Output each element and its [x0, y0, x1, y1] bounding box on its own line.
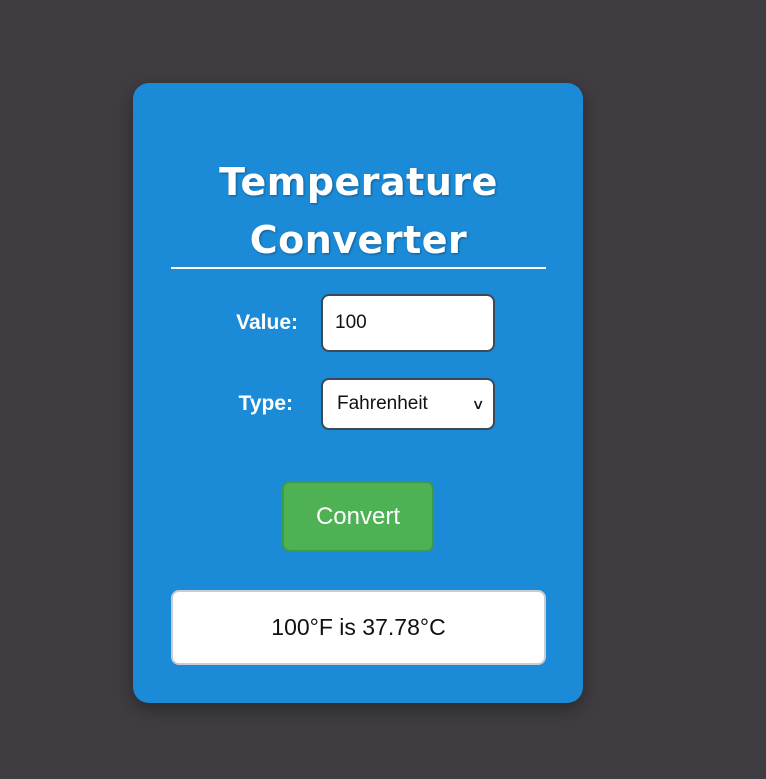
converter-card: Temperature Converter Value: Type: Fahre… — [133, 83, 583, 703]
result-box: 100°F is 37.78°C — [171, 590, 546, 665]
type-select[interactable]: Fahrenheit ∨ — [321, 378, 495, 430]
title-line-2: Converter — [249, 218, 468, 262]
page-title: Temperature Converter — [171, 153, 546, 269]
value-input[interactable] — [321, 294, 495, 352]
type-label: Type: — [238, 392, 293, 415]
chevron-down-icon: ∨ — [471, 396, 485, 412]
title-divider — [171, 267, 546, 269]
title-line-1: Temperature — [219, 160, 498, 204]
result-text: 100°F is 37.78°C — [271, 614, 446, 640]
type-select-value: Fahrenheit — [337, 393, 428, 414]
convert-button[interactable]: Convert — [282, 481, 434, 552]
value-label: Value: — [236, 311, 298, 334]
